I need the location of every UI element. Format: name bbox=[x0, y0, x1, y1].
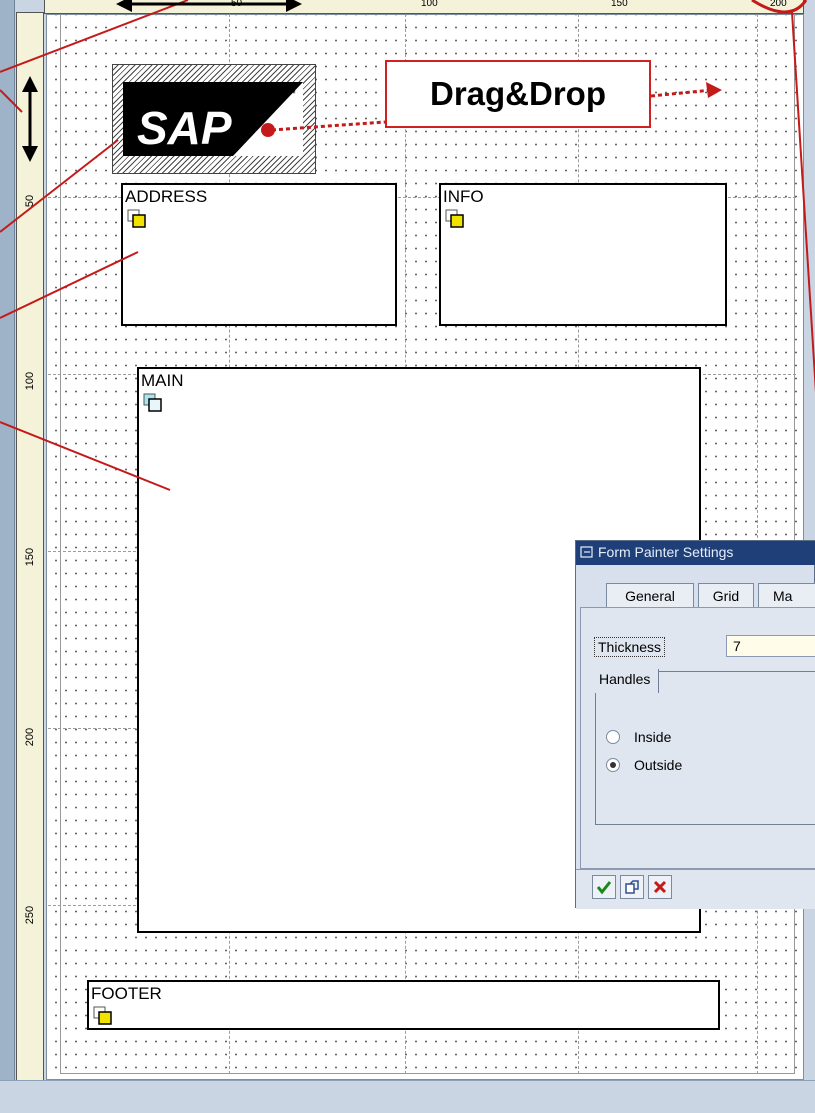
copy-button[interactable] bbox=[620, 875, 644, 899]
dialog-title-bar[interactable]: Form Painter Settings bbox=[576, 541, 815, 565]
tab-general[interactable]: General bbox=[606, 583, 694, 607]
radio-outside-label: Outside bbox=[634, 757, 683, 773]
tab-partial[interactable]: Ma bbox=[758, 583, 815, 607]
copy-icon bbox=[625, 880, 639, 894]
cancel-icon bbox=[653, 880, 667, 894]
arrow-head bbox=[706, 82, 722, 98]
annotation-line bbox=[0, 89, 23, 113]
radio-inside-button[interactable] bbox=[606, 730, 620, 744]
annotation-line bbox=[0, 421, 171, 491]
tab-partial-label: Ma bbox=[773, 587, 793, 604]
handles-group bbox=[595, 671, 815, 825]
confirm-button[interactable] bbox=[592, 875, 616, 899]
dotted-arrow bbox=[271, 120, 386, 132]
thickness-input[interactable]: 7 bbox=[726, 635, 815, 657]
status-area bbox=[0, 1080, 815, 1113]
tab-grid[interactable]: Grid bbox=[698, 583, 754, 607]
radio-inside[interactable]: Inside bbox=[606, 729, 671, 745]
thickness-label: Thickness bbox=[594, 637, 666, 657]
annotation-line bbox=[0, 251, 139, 319]
tab-general-label: General bbox=[625, 587, 675, 604]
annotation-line bbox=[0, 0, 189, 73]
dotted-arrow bbox=[650, 88, 713, 98]
dialog-window-icon bbox=[580, 546, 593, 558]
handles-group-label: Handles bbox=[595, 669, 660, 693]
annotation-line bbox=[0, 139, 119, 233]
check-icon bbox=[596, 881, 612, 895]
tab-grid-label: Grid bbox=[712, 587, 740, 604]
drag-origin-dot bbox=[261, 123, 275, 137]
form-painter-settings-dialog[interactable]: Form Painter Settings General Grid Ma Th… bbox=[575, 540, 815, 909]
dialog-title: Form Painter Settings bbox=[598, 544, 734, 560]
radio-inside-label: Inside bbox=[634, 729, 672, 745]
radio-outside-button[interactable] bbox=[606, 758, 620, 772]
radio-outside[interactable]: Outside bbox=[606, 757, 682, 773]
annotation-line bbox=[791, 11, 815, 394]
cancel-button[interactable] bbox=[648, 875, 672, 899]
annotation-circle bbox=[751, 0, 808, 14]
